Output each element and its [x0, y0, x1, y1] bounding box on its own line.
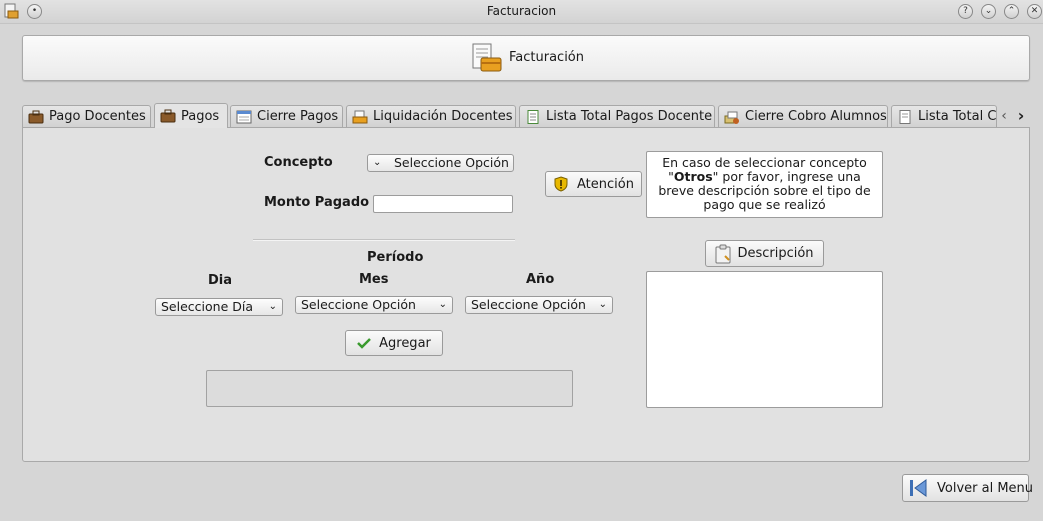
tab-cierre-pagos[interactable]: Cierre Pagos: [230, 105, 343, 127]
invoice-icon: [471, 42, 503, 74]
document-icon: [525, 109, 541, 124]
chevron-down-icon: ⌄: [438, 299, 447, 310]
window-titlebar: • Facturacion ? ⌄ ⌃ ✕: [0, 0, 1043, 24]
maximize-button[interactable]: ⌃: [1004, 4, 1019, 19]
descripcion-textarea[interactable]: [646, 271, 883, 408]
periods-list[interactable]: [206, 370, 573, 407]
descripcion-button-label: Descripción: [737, 246, 814, 261]
tab-label: Pago Docentes: [49, 109, 146, 124]
checkmark-icon: [357, 337, 371, 349]
tab-scroll-right-icon[interactable]: ›: [1013, 106, 1029, 126]
monto-pagado-input[interactable]: [373, 195, 513, 213]
tab-lista-total-pagos-docente[interactable]: Lista Total Pagos Docente: [519, 105, 715, 127]
dia-select[interactable]: Seleccione Día ⌄: [155, 298, 283, 316]
calendar-icon: [236, 110, 252, 124]
document-icon: [897, 109, 913, 124]
tab-label: Cierre Pagos: [257, 109, 339, 124]
header-panel: Facturación: [22, 35, 1030, 81]
descripcion-button[interactable]: Descripción: [705, 240, 824, 267]
tab-label: Lista Total Cobro: [918, 109, 997, 124]
concepto-label: Concepto: [264, 155, 333, 170]
tab-label: Lista Total Pagos Docente: [546, 109, 713, 124]
tab-pagos[interactable]: Pagos: [154, 103, 228, 128]
volver-al-menu-button[interactable]: Volver al Menu: [902, 474, 1033, 502]
chevron-down-icon: ⌄: [598, 299, 607, 310]
atencion-button-label: Atención: [577, 176, 634, 192]
anio-label: Año: [526, 272, 555, 287]
anio-select[interactable]: Seleccione Opción ⌄: [465, 296, 613, 314]
anio-select-value: Seleccione Opción: [471, 297, 586, 312]
periodo-label: Período: [367, 250, 424, 265]
dia-label: Dia: [208, 273, 233, 288]
warning-icon: [553, 176, 569, 192]
tab-cierre-cobro-alumnos[interactable]: Cierre Cobro Alumnos: [718, 105, 888, 127]
tab-label: Liquidación Docentes: [373, 109, 513, 124]
agregar-button-label: Agregar: [379, 335, 431, 351]
header-title: Facturación: [509, 50, 584, 65]
notice-text-bold: Otros: [673, 169, 713, 184]
concepto-select-value: Seleccione Opción: [394, 155, 509, 170]
notice-text-box: En caso de seleccionar concepto "Otros" …: [646, 151, 883, 218]
tab-pago-docentes[interactable]: Pago Docentes: [22, 105, 151, 127]
tab-lista-total-cobro[interactable]: Lista Total Cobro: [891, 105, 997, 127]
volver-al-menu-label: Volver al Menu: [937, 480, 1034, 496]
briefcase-icon: [160, 109, 176, 123]
close-button[interactable]: ✕: [1027, 4, 1042, 19]
minimize-button[interactable]: ⌄: [981, 4, 996, 19]
tab-label: Pagos: [181, 108, 220, 124]
chevron-down-icon: ⌄: [268, 301, 277, 312]
mes-select[interactable]: Seleccione Opción ⌄: [295, 296, 453, 314]
chevron-down-icon: ⌄: [373, 157, 382, 168]
tab-scroll-left-icon[interactable]: ‹: [997, 106, 1011, 126]
back-first-icon: [908, 478, 928, 498]
briefcase-icon: [28, 110, 44, 124]
chart-icon: [724, 110, 740, 124]
window-title: Facturacion: [486, 4, 557, 18]
dia-select-value: Seleccione Día: [161, 299, 253, 314]
atencion-button[interactable]: Atención: [545, 171, 642, 197]
clipboard-icon: [715, 244, 731, 264]
mes-label: Mes: [359, 272, 389, 287]
tab-label: Cierre Cobro Alumnos: [745, 109, 887, 124]
tab-liquidacion-docentes[interactable]: Liquidación Docentes: [346, 105, 516, 127]
concepto-select[interactable]: ⌄ Seleccione Opción: [367, 154, 514, 172]
monto-pagado-label: Monto Pagado: [264, 195, 370, 210]
mes-select-value: Seleccione Opción: [301, 297, 416, 312]
folder-icon: [352, 110, 368, 124]
separator-line: [253, 239, 515, 241]
help-button[interactable]: ?: [958, 4, 973, 19]
agregar-button[interactable]: Agregar: [345, 330, 443, 356]
